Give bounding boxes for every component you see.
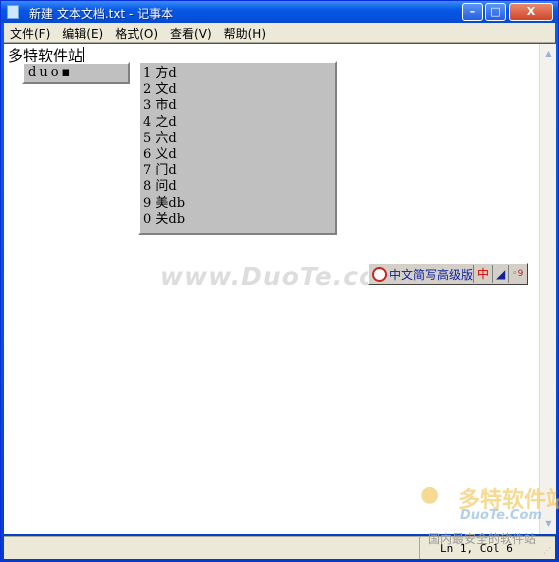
- maximize-button[interactable]: □: [485, 3, 506, 21]
- composition-text: duo: [28, 65, 62, 80]
- candidate-item[interactable]: 5 六d: [143, 131, 332, 147]
- logo-slogan: 国内最安全的软件站: [428, 532, 537, 546]
- notepad-icon: [7, 5, 19, 19]
- menu-edit[interactable]: 编辑(E): [56, 23, 109, 42]
- candidate-item[interactable]: 0 关db: [143, 212, 332, 228]
- logo-figure-icon: ●: [420, 482, 440, 507]
- scroll-up-icon[interactable]: ▲: [541, 46, 556, 62]
- ime-logo-icon[interactable]: [372, 266, 387, 282]
- ime-composition-window: duo▪: [22, 62, 130, 84]
- chinese-mode-toggle[interactable]: 中: [473, 265, 492, 283]
- close-button[interactable]: X: [509, 3, 553, 21]
- minimize-button[interactable]: –: [462, 3, 483, 21]
- menu-bar: 文件(F) 编辑(E) 格式(O) 查看(V) 帮助(H): [4, 23, 555, 43]
- menu-format[interactable]: 格式(O): [109, 23, 164, 42]
- vertical-scrollbar[interactable]: ▲ ▼: [539, 44, 556, 534]
- fullwidth-toggle[interactable]: ◢: [492, 265, 508, 283]
- ime-status-bar[interactable]: 中文简写高级版 中 ◢ ◦9: [368, 263, 528, 285]
- candidate-item[interactable]: 6 义d: [143, 147, 332, 163]
- window-title: 新建 文本文档.txt - 记事本: [29, 7, 174, 21]
- soft-keyboard-toggle[interactable]: ◦9: [508, 265, 526, 283]
- text-caret: [83, 47, 85, 63]
- candidate-item[interactable]: 3 市d: [143, 98, 332, 114]
- candidate-item[interactable]: 7 门d: [143, 163, 332, 179]
- resize-grip-icon[interactable]: ⋰: [543, 546, 551, 555]
- ime-candidate-list: 1 方d 2 文d 3 市d 4 之d 5 六d 6 义d 7 门d 8 问d …: [138, 61, 337, 235]
- menu-help[interactable]: 帮助(H): [218, 23, 272, 42]
- duote-logo: ● 多特软件站 DuoTe.Com: [420, 482, 559, 523]
- candidate-item[interactable]: 1 方d: [143, 66, 332, 82]
- ime-name[interactable]: 中文简写高级版: [389, 266, 473, 283]
- candidate-item[interactable]: 4 之d: [143, 115, 332, 131]
- menu-file[interactable]: 文件(F): [4, 23, 56, 42]
- candidate-item[interactable]: 9 美db: [143, 196, 332, 212]
- title-bar[interactable]: 新建 文本文档.txt - 记事本 – □ X: [1, 1, 558, 23]
- candidate-item[interactable]: 2 文d: [143, 82, 332, 98]
- scroll-down-icon[interactable]: ▼: [541, 516, 556, 532]
- candidate-item[interactable]: 8 问d: [143, 179, 332, 195]
- menu-view[interactable]: 查看(V): [164, 23, 218, 42]
